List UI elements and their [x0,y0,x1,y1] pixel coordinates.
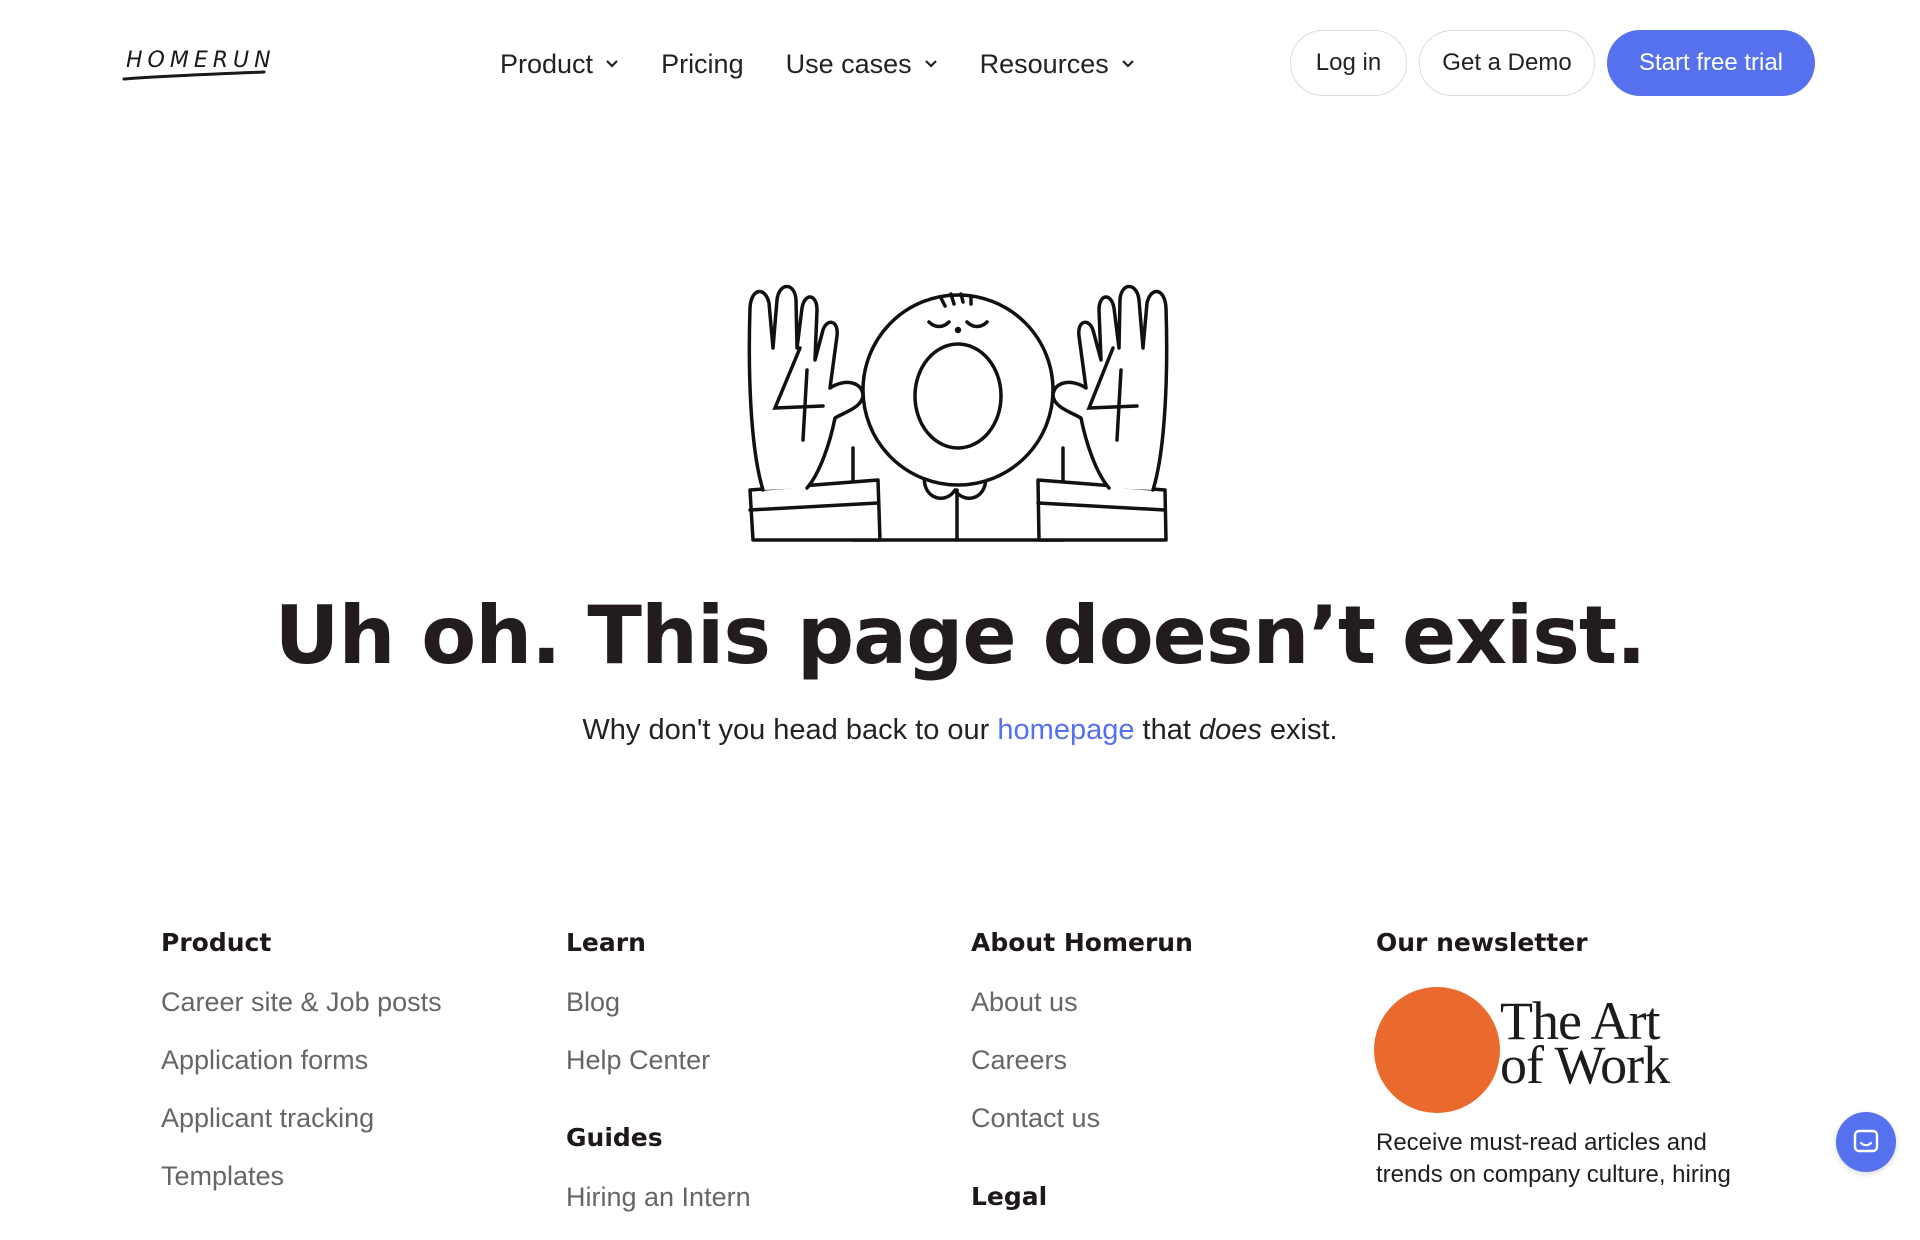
nav-use-cases[interactable]: Use cases [786,49,938,80]
subtitle: Why don't you head back to our homepage … [0,714,1920,747]
logo-underline [122,70,266,81]
site-header: HOMERUN Product Pricing Use cases Resour… [0,0,1920,126]
footer-newsletter-column: Our newsletter The Art of Work Receive m… [1374,928,1766,1191]
footer-link-careers[interactable]: Careers [971,1045,1193,1103]
footer-product-column: Product Career site & Job posts Applicat… [161,928,442,1219]
footer-about-column: About Homerun About us Careers Contact u… [971,928,1193,1161]
footer-link-contact-us[interactable]: Contact us [971,1103,1193,1161]
newsletter-logo-line-2: of Work [1500,1035,1670,1095]
subtitle-text-3: exist. [1261,714,1338,746]
footer-link-help-center[interactable]: Help Center [566,1045,751,1103]
subtitle-emphasis: does [1198,714,1262,746]
footer-heading-about: About Homerun [971,928,1193,957]
footer-link-about-us[interactable]: About us [971,987,1193,1045]
nav-pricing[interactable]: Pricing [661,49,744,80]
footer-link-application-forms[interactable]: Application forms [161,1045,442,1103]
nav-product[interactable]: Product [500,49,619,80]
footer-link-templates[interactable]: Templates [161,1161,442,1219]
nav-resources-label: Resources [979,48,1109,79]
main-nav: Product Pricing Use cases Resources [500,44,1177,84]
get-demo-button[interactable]: Get a Demo [1419,30,1595,96]
footer-link-blog[interactable]: Blog [566,987,751,1045]
newsletter-logo-circle [1374,987,1500,1113]
subtitle-text-2: that [1134,714,1199,746]
footer-heading-newsletter: Our newsletter [1376,928,1588,957]
chat-icon [1853,1129,1879,1153]
newsletter-description: Receive must-read articles and trends on… [1376,1129,1731,1188]
404-illustration [747,284,1169,542]
newsletter-logo-title: The Art of Work [1500,994,1670,1095]
login-button[interactable]: Log in [1290,30,1407,96]
footer-heading-learn: Learn [566,928,646,957]
chevron-down-icon [924,60,937,68]
footer-link-hiring-intern[interactable]: Hiring an Intern [566,1182,751,1240]
footer-heading-guides: Guides [566,1123,663,1152]
start-free-trial-button[interactable]: Start free trial [1607,30,1815,96]
footer-heading-legal: Legal [971,1182,1048,1211]
footer-link-applicant-tracking[interactable]: Applicant tracking [161,1103,442,1161]
chevron-down-icon [606,60,618,68]
footer-learn-column: Learn Blog Help Center Guides Hiring an … [566,928,751,1240]
nav-product-label: Product [500,48,594,79]
footer-link-career-site[interactable]: Career site & Job posts [161,987,442,1045]
chat-widget-button[interactable] [1836,1112,1896,1172]
homerun-logo[interactable]: HOMERUN [122,44,271,84]
nav-pricing-label: Pricing [661,48,744,79]
footer-heading-product: Product [161,928,272,957]
nav-use-cases-label: Use cases [785,48,912,79]
homepage-link[interactable]: homepage [997,714,1134,746]
art-of-work-logo[interactable]: The Art of Work [1374,987,1676,1117]
subtitle-text-1: Why don't you head back to our [582,714,998,746]
page-title: Uh oh. This page doesn’t exist. [274,589,1646,682]
nav-resources[interactable]: Resources [980,49,1135,80]
chevron-down-icon [1121,60,1134,68]
